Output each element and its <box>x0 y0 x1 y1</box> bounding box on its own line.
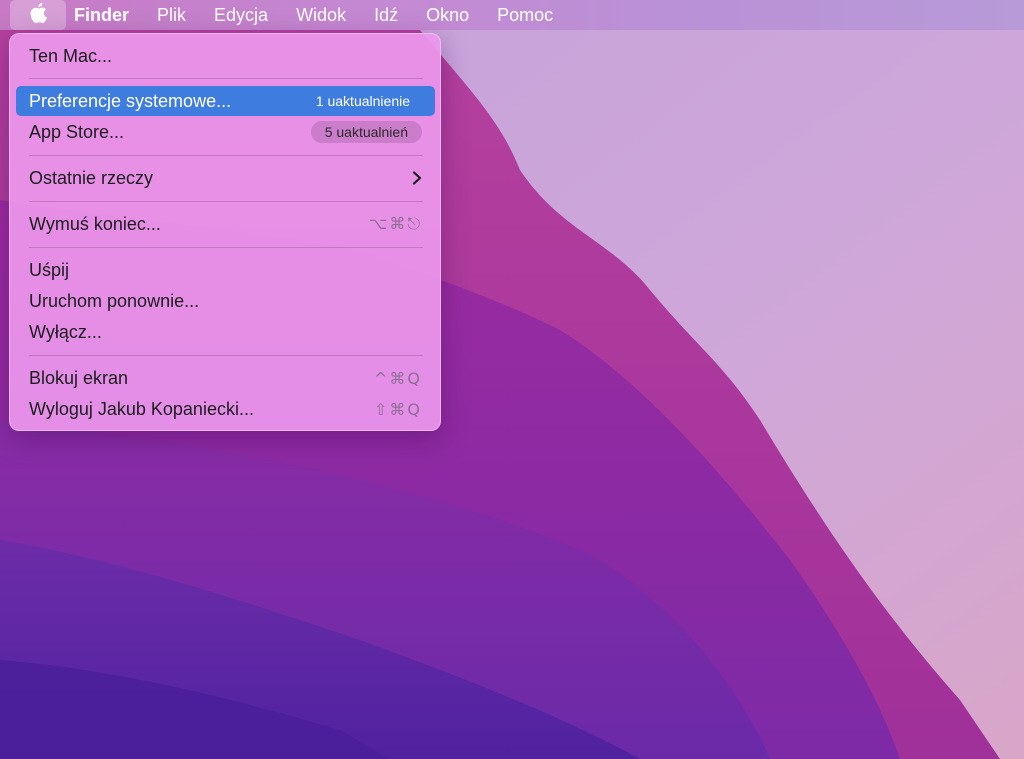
menu-item-label: Wymuś koniec... <box>29 213 161 234</box>
menubar-item-plik[interactable]: Plik <box>143 0 200 30</box>
menu-item-label: Wyloguj Jakub Kopaniecki... <box>29 398 254 419</box>
menubar-app-finder[interactable]: Finder <box>66 0 143 30</box>
menu-item-restart[interactable]: Uruchom ponownie... <box>16 286 435 316</box>
menu-item-lock-screen[interactable]: Blokuj ekran ^⌘Q <box>16 363 435 393</box>
menu-bar: Finder Plik Edycja Widok Idź Okno Pomoc <box>0 0 1024 30</box>
menu-item-label: Ten Mac... <box>29 45 113 66</box>
apple-menu-button[interactable] <box>10 0 66 30</box>
menubar-item-edycja[interactable]: Edycja <box>200 0 282 30</box>
menu-item-app-store[interactable]: App Store... 5 uaktualnień <box>16 117 435 147</box>
menu-item-system-preferences[interactable]: Preferencje systemowe... 1 uaktualnienie <box>16 86 435 116</box>
update-badge: 5 uaktualnień <box>310 121 422 143</box>
menu-item-force-quit[interactable]: Wymuś koniec... ⌥⌘⎋ <box>16 209 435 239</box>
menu-item-recent-items[interactable]: Ostatnie rzeczy <box>16 163 435 193</box>
update-badge: 1 uaktualnienie <box>315 93 410 109</box>
menubar-item-okno[interactable]: Okno <box>412 0 483 30</box>
chevron-right-icon <box>412 171 422 185</box>
apple-menu-dropdown: Ten Mac... Preferencje systemowe... 1 ua… <box>9 33 441 431</box>
menu-item-label: App Store... <box>29 121 125 142</box>
menu-item-label: Uśpij <box>29 259 70 280</box>
menu-item-sleep[interactable]: Uśpij <box>16 255 435 285</box>
menu-item-log-out[interactable]: Wyloguj Jakub Kopaniecki... ⇧⌘Q <box>16 394 435 424</box>
menu-item-shut-down[interactable]: Wyłącz... <box>16 317 435 347</box>
menu-separator <box>29 201 423 202</box>
menu-item-label: Uruchom ponownie... <box>29 290 200 311</box>
menu-separator <box>29 155 423 156</box>
keyboard-shortcut: ⇧⌘Q <box>374 399 422 419</box>
menu-separator <box>29 247 423 248</box>
keyboard-shortcut: ⌥⌘⎋ <box>368 214 422 233</box>
menubar-item-idz[interactable]: Idź <box>360 0 412 30</box>
menu-item-label: Blokuj ekran <box>29 367 129 388</box>
menu-item-label: Wyłącz... <box>29 321 102 342</box>
menu-separator <box>29 78 423 79</box>
menu-item-label: Preferencje systemowe... <box>29 90 232 111</box>
apple-logo-icon <box>29 2 47 28</box>
menubar-item-pomoc[interactable]: Pomoc <box>483 0 567 30</box>
menubar-item-widok[interactable]: Widok <box>282 0 360 30</box>
menu-separator <box>29 355 423 356</box>
keyboard-shortcut: ^⌘Q <box>374 368 422 388</box>
menu-item-about-this-mac[interactable]: Ten Mac... <box>16 41 435 71</box>
menu-item-label: Ostatnie rzeczy <box>29 167 154 188</box>
